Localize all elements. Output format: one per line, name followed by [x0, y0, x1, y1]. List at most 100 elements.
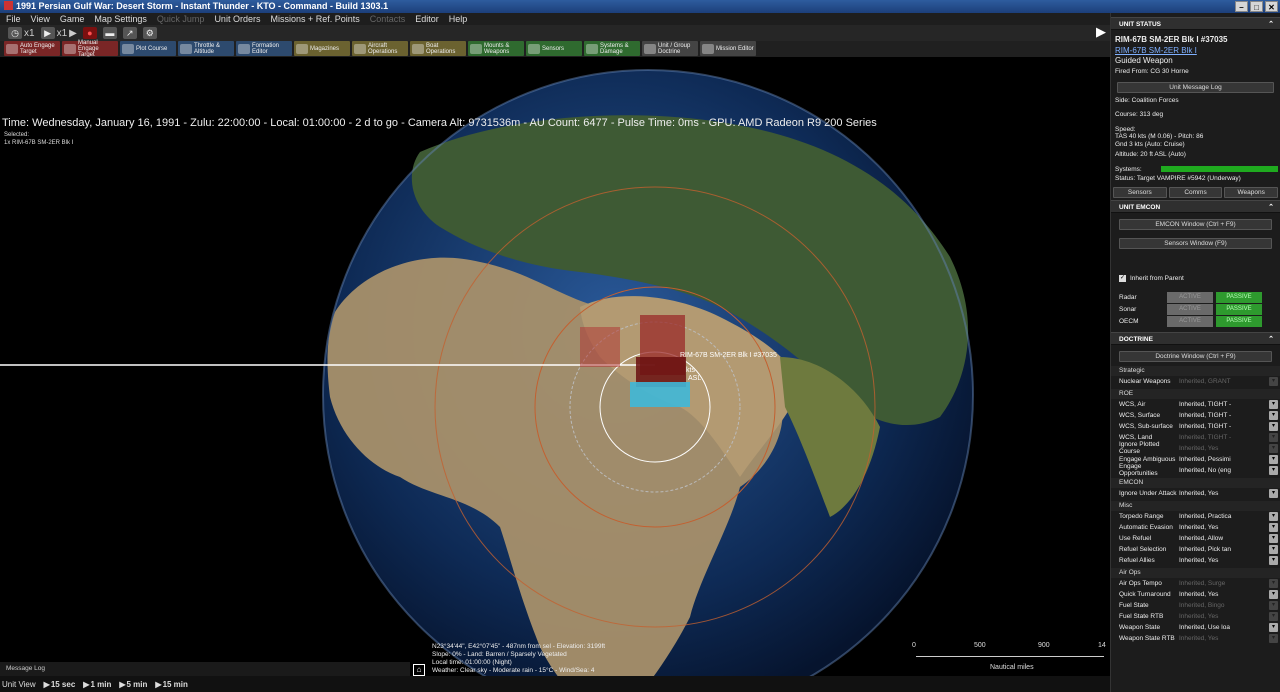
doctrine-window-button[interactable]: Doctrine Window (Ctrl + F9) — [1119, 350, 1272, 362]
inherit-label: Inherit from Parent — [1130, 274, 1184, 282]
step-5min-button[interactable]: ▶ 5 min — [119, 680, 147, 689]
menu-view[interactable]: View — [31, 13, 50, 25]
dropdown-arrow-icon[interactable]: ▾ — [1269, 600, 1278, 610]
map-view[interactable]: RIM-67B SM-2ER Blk I #37035 kts ASL Time… — [0, 57, 1110, 692]
message-log[interactable]: Message Log — [0, 662, 410, 676]
dropdown-arrow-icon[interactable]: ▾ — [1269, 488, 1278, 498]
formation-editor-button[interactable]: Formation Editor — [236, 41, 292, 56]
emcon-window-button[interactable]: EMCON Window (Ctrl + F9) — [1119, 218, 1272, 230]
dropdown-arrow-icon[interactable]: ▾ — [1269, 555, 1278, 565]
record-button[interactable]: ● — [82, 26, 97, 40]
menu-quick-jump[interactable]: Quick Jump — [157, 13, 205, 25]
dropdown-arrow-icon[interactable]: ▾ — [1269, 421, 1278, 431]
boat-ops-button[interactable]: Boat Operations — [410, 41, 466, 56]
tab-comms[interactable]: Comms — [1168, 186, 1223, 198]
dropdown-arrow-icon[interactable]: ▾ — [1269, 454, 1278, 464]
dropdown-arrow-icon[interactable]: ▾ — [1269, 544, 1278, 554]
doctrine-button[interactable]: Unit / Group Doctrine — [642, 41, 698, 56]
camera-icon[interactable]: ⌂ — [413, 664, 425, 676]
menu-game[interactable]: Game — [60, 13, 85, 25]
tab-weapons[interactable]: Weapons — [1224, 186, 1279, 198]
dropdown-arrow-icon[interactable]: ▾ — [1269, 410, 1278, 420]
sensors-window-button[interactable]: Sensors Window (F9) — [1119, 237, 1272, 249]
dropdown-arrow-icon[interactable]: ▾ — [1269, 376, 1278, 386]
menu-contacts[interactable]: Contacts — [370, 13, 406, 25]
dropdown-arrow-icon[interactable]: ▾ — [1269, 432, 1278, 442]
friendly-units[interactable] — [630, 382, 690, 407]
play-button[interactable]: ▶ x1 ▶ — [40, 26, 77, 40]
dropdown-arrow-icon[interactable]: ▾ — [1269, 522, 1278, 532]
radar-active-button[interactable]: ACTIVE — [1167, 292, 1213, 303]
maximize-button[interactable]: □ — [1250, 1, 1263, 12]
mission-editor-button[interactable]: Mission Editor — [700, 41, 756, 56]
clock-icon: ◷ — [8, 27, 22, 39]
manual-engage-icon — [64, 43, 76, 54]
dropdown-arrow-icon[interactable]: ▾ — [1269, 465, 1278, 475]
dropdown-arrow-icon[interactable]: ▾ — [1269, 511, 1278, 521]
radar-passive-button[interactable]: PASSIVE — [1216, 292, 1262, 303]
throttle-altitude-button[interactable]: Throttle & Altitude — [178, 41, 234, 56]
step-1min-label: 1 min — [90, 679, 112, 689]
clock-button[interactable]: ◷ x1 — [8, 26, 35, 40]
globe-map[interactable]: RIM-67B SM-2ER Blk I #37035 kts ASL — [0, 57, 1110, 692]
step-1min-button[interactable]: ▶ 1 min — [83, 680, 111, 689]
manual-engage-button[interactable]: Manual Engage Target — [62, 40, 118, 58]
dropdown-arrow-icon[interactable]: ▾ — [1269, 399, 1278, 409]
menu-missions[interactable]: Missions + Ref. Points — [270, 13, 359, 25]
mounts-weapons-button[interactable]: Mounts & Weapons — [468, 41, 524, 56]
menu-file[interactable]: File — [6, 13, 21, 25]
window-title: 1991 Persian Gulf War: Desert Storm - In… — [16, 1, 389, 11]
step-15sec-button[interactable]: ▶ 15 sec — [44, 680, 76, 689]
doctrine-row: Weapon State Inherited, Use loa ▾ — [1111, 622, 1280, 633]
auto-engage-button[interactable]: Auto Engage Target — [4, 41, 60, 56]
emcon-oecm-row: OECM ACTIVE PASSIVE — [1111, 316, 1280, 328]
systems-damage-button[interactable]: Systems & Damage — [584, 41, 640, 56]
unit-class-link[interactable]: RIM-67B SM-2ER Blk I — [1111, 46, 1280, 56]
ship-button[interactable]: ▬ — [102, 26, 117, 40]
doctrine-row-value: Inherited, Yes — [1179, 489, 1219, 497]
app-icon — [4, 1, 13, 10]
menu-unit-orders[interactable]: Unit Orders — [214, 13, 260, 25]
step-15min-button[interactable]: ▶ 15 min — [155, 680, 188, 689]
inherit-checkbox[interactable]: ✓ — [1119, 274, 1126, 282]
doctrine-header[interactable]: DOCTRINE ⌃ — [1111, 331, 1280, 346]
jump-button[interactable]: ↗ — [122, 26, 137, 40]
dropdown-arrow-icon[interactable]: ▾ — [1269, 611, 1278, 621]
unit-emcon-header[interactable]: UNIT EMCON ⌃ — [1111, 199, 1280, 214]
oecm-passive-button[interactable]: PASSIVE — [1216, 316, 1262, 327]
tab-sensors[interactable]: Sensors — [1113, 186, 1167, 198]
settings-button[interactable]: ⚙ — [142, 26, 157, 40]
fired-from: Fired From: CG 30 Horne — [1115, 68, 1189, 75]
doctrine-row-value: Inherited, GRANT — [1179, 377, 1231, 385]
sonar-passive-button[interactable]: PASSIVE — [1216, 304, 1262, 315]
dropdown-arrow-icon[interactable]: ▾ — [1269, 633, 1278, 643]
menu-editor[interactable]: Editor — [415, 13, 439, 25]
doctrine-row: Refuel Allies Inherited, Yes ▾ — [1111, 555, 1280, 566]
unit-status-header[interactable]: UNIT STATUS ⌃ — [1111, 17, 1280, 30]
sonar-active-button[interactable]: ACTIVE — [1167, 304, 1213, 315]
doctrine-row: Engage Opportunities Inherited, No (eng ▾ — [1111, 463, 1280, 477]
minimize-button[interactable]: – — [1235, 1, 1248, 12]
magazines-button[interactable]: Magazines — [294, 41, 350, 56]
doctrine-row-value: Inherited, Pessimi — [1179, 455, 1231, 463]
speed-label-1: x1 — [24, 27, 35, 39]
collapse-icon[interactable]: ⌃ — [1268, 333, 1274, 346]
sensors-button[interactable]: Sensors — [526, 41, 582, 56]
panel-toggle-icon[interactable]: ▶ — [1096, 24, 1106, 40]
doctrine-row: Ignore Plotted Course Inherited, Yes ▾ — [1111, 441, 1280, 455]
dropdown-arrow-icon[interactable]: ▾ — [1269, 443, 1278, 453]
aircraft-ops-button[interactable]: Aircraft Operations — [352, 41, 408, 56]
collapse-icon[interactable]: ⌃ — [1268, 18, 1274, 31]
doctrine-row-value: Inherited, Surge — [1179, 579, 1226, 587]
unit-message-log-button[interactable]: Unit Message Log — [1117, 81, 1274, 93]
dropdown-arrow-icon[interactable]: ▾ — [1269, 589, 1278, 599]
menu-map-settings[interactable]: Map Settings — [94, 13, 147, 25]
oecm-active-button[interactable]: ACTIVE — [1167, 316, 1213, 327]
close-button[interactable]: ✕ — [1265, 1, 1278, 12]
dropdown-arrow-icon[interactable]: ▾ — [1269, 533, 1278, 543]
plot-course-button[interactable]: Plot Course — [120, 41, 176, 56]
dropdown-arrow-icon[interactable]: ▾ — [1269, 578, 1278, 588]
menu-help[interactable]: Help — [449, 13, 468, 25]
collapse-icon[interactable]: ⌃ — [1268, 201, 1274, 214]
dropdown-arrow-icon[interactable]: ▾ — [1269, 622, 1278, 632]
